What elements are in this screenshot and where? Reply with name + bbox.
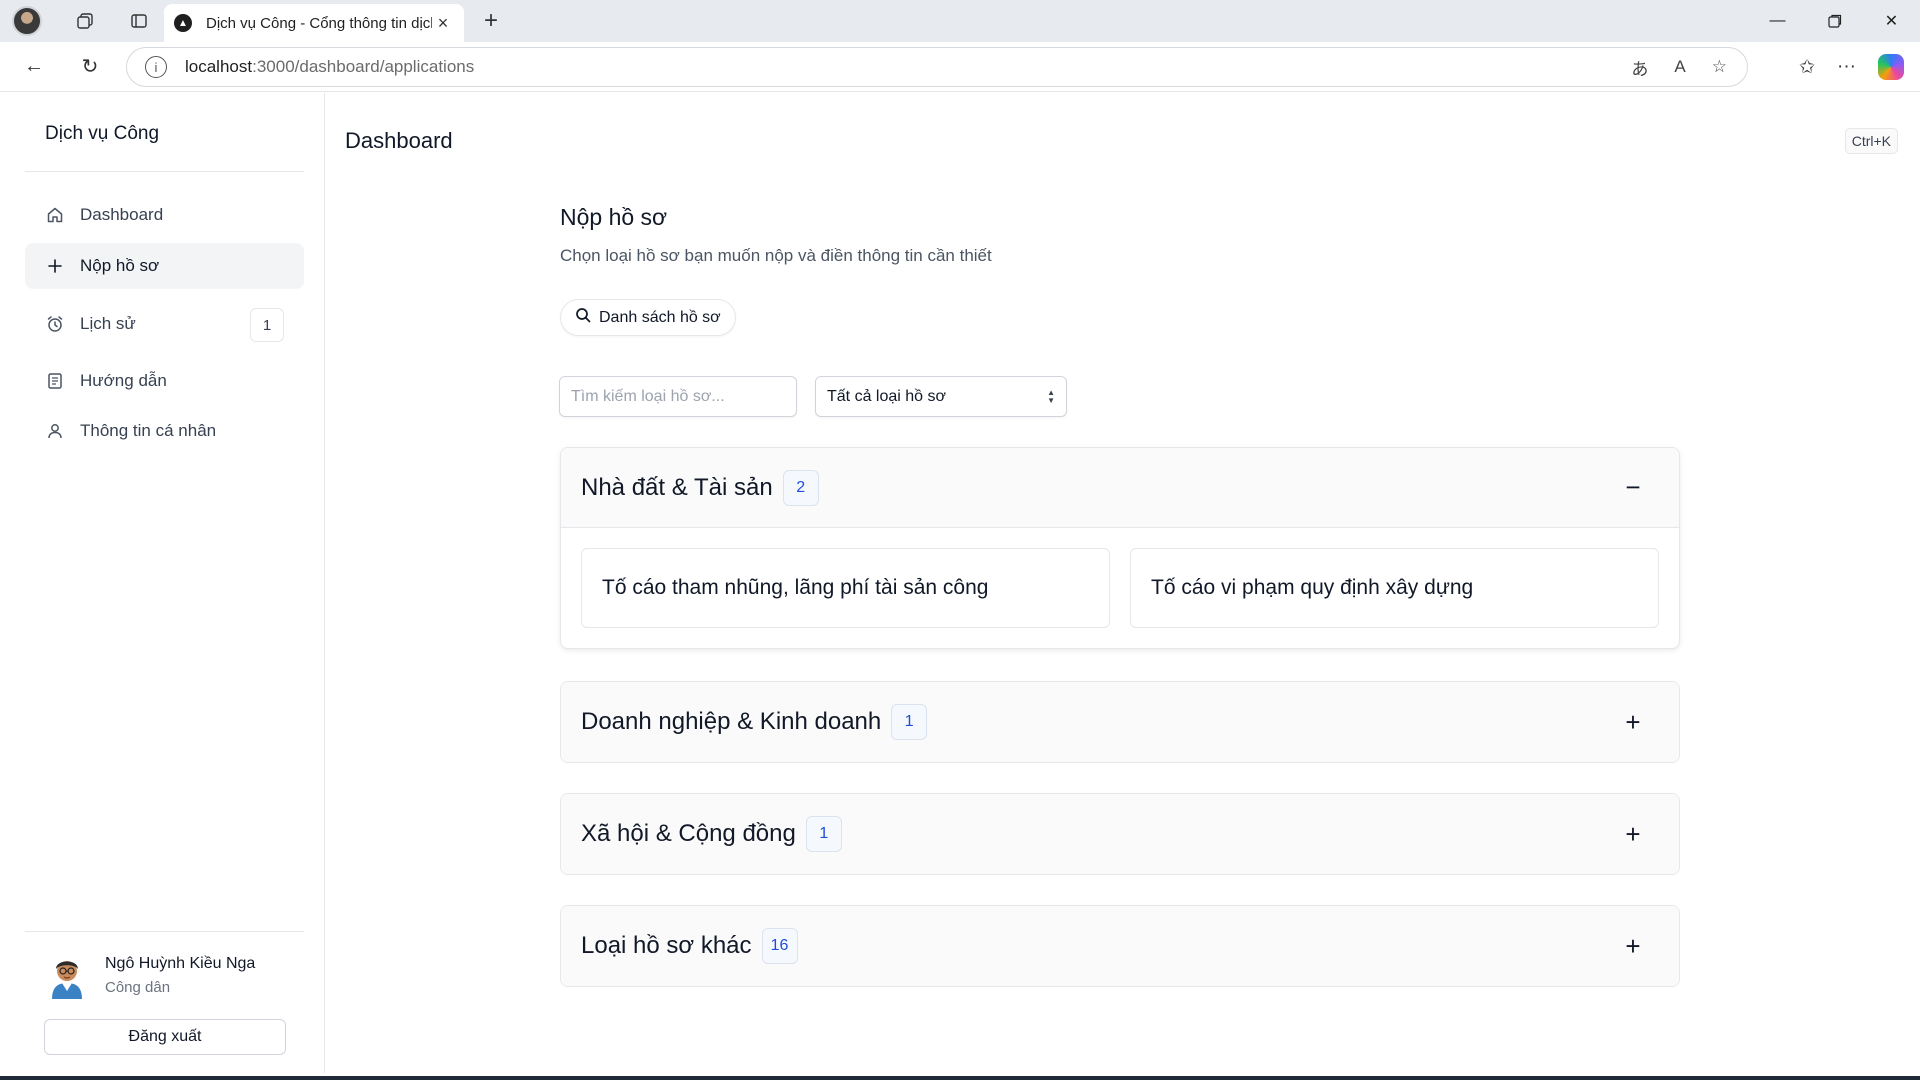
category-count-badge: 16	[761, 928, 798, 964]
category-count-badge: 1	[891, 704, 928, 740]
select-arrows-icon: ▲ ▼	[1047, 387, 1055, 405]
category-real-estate: Nhà đất & Tài sản 2 − Tố cáo tham nhũng,…	[560, 447, 1680, 649]
category-header[interactable]: Nhà đất & Tài sản 2 −	[561, 448, 1679, 528]
favorites-icon[interactable]: ✩	[1799, 56, 1815, 79]
application-type-card[interactable]: Tố cáo tham nhũng, lãng phí tài sản công	[581, 548, 1110, 628]
workspaces-icon[interactable]	[68, 4, 102, 38]
application-type-card[interactable]: Tố cáo vi phạm quy định xây dựng	[1130, 548, 1659, 628]
user-role: Công dân	[105, 979, 171, 996]
application-list-button[interactable]: Danh sách hồ sơ	[560, 299, 736, 336]
book-icon	[44, 372, 66, 390]
back-arrow-icon[interactable]: ←	[12, 47, 56, 87]
category-society: Xã hội & Cộng đồng 1 +	[560, 793, 1680, 875]
sidebar-item-guide[interactable]: Hướng dẫn	[25, 358, 304, 404]
site-info-icon[interactable]: i	[145, 56, 167, 78]
category-header[interactable]: Doanh nghiệp & Kinh doanh 1 +	[561, 682, 1679, 762]
search-icon	[575, 307, 591, 328]
category-header[interactable]: Xã hội & Cộng đồng 1 +	[561, 794, 1679, 874]
section-title: Nộp hồ sơ	[560, 204, 668, 230]
url-actions: あ A ☆	[1631, 48, 1727, 86]
category-body: Tố cáo tham nhũng, lãng phí tài sản công…	[561, 528, 1679, 648]
category-title: Doanh nghiệp & Kinh doanh	[581, 708, 882, 735]
category-title: Xã hội & Cộng đồng	[581, 820, 796, 847]
avatar	[48, 953, 86, 999]
more-options-icon[interactable]: ···	[1837, 56, 1856, 78]
sidebar-item-label: Lịch sử	[80, 314, 136, 333]
section-subtitle: Chọn loại hồ sơ bạn muốn nộp và điền thô…	[560, 246, 992, 265]
browser-toolbar: ← ↻ i localhost:3000/dashboard/applicati…	[0, 42, 1920, 92]
vertical-tabs-icon[interactable]	[122, 4, 156, 38]
divider	[25, 171, 304, 172]
restore-icon[interactable]	[1806, 0, 1863, 42]
translate-icon[interactable]: あ	[1631, 55, 1648, 80]
browser-titlebar: ▲ Dịch vụ Công - Cổng thông tin dịch vụ …	[0, 0, 1920, 42]
vercel-triangle-icon: ▲	[174, 14, 192, 32]
expand-icon[interactable]: +	[1621, 707, 1645, 738]
address-bar[interactable]: i localhost:3000/dashboard/applications …	[126, 47, 1748, 87]
sidebar-item-submit[interactable]: Nộp hồ sơ	[25, 243, 304, 289]
command-shortcut-hint[interactable]: Ctrl+K	[1844, 128, 1898, 154]
read-aloud-icon[interactable]: A	[1674, 57, 1685, 77]
browser-tab-active[interactable]: ▲ Dịch vụ Công - Cổng thông tin dịch vụ …	[164, 4, 464, 42]
category-count-badge: 2	[782, 469, 819, 506]
sidebar-item-profile[interactable]: Thông tin cá nhân	[25, 408, 304, 454]
browser-profile-avatar[interactable]	[12, 6, 42, 36]
type-filter-value: Tất cả loại hồ sơ	[827, 387, 946, 405]
logout-button[interactable]: Đăng xuất	[44, 1019, 286, 1055]
sidebar-item-label: Dashboard	[80, 205, 164, 224]
browser-tools: ✩ ···	[1799, 47, 1904, 87]
divider	[25, 931, 304, 932]
copilot-icon[interactable]	[1878, 54, 1904, 80]
star-icon[interactable]: ☆	[1712, 57, 1727, 77]
category-header[interactable]: Loại hồ sơ khác 16 +	[561, 906, 1679, 986]
url-text[interactable]: localhost:3000/dashboard/applications	[185, 57, 474, 77]
category-title: Nhà đất & Tài sản	[581, 473, 773, 501]
reload-icon[interactable]: ↻	[68, 47, 112, 87]
category-business: Doanh nghiệp & Kinh doanh 1 +	[560, 681, 1680, 763]
category-count-badge: 1	[805, 816, 842, 852]
sidebar-item-label: Hướng dẫn	[80, 371, 167, 390]
close-window-icon[interactable]: ✕	[1863, 0, 1920, 42]
expand-icon[interactable]: +	[1621, 931, 1645, 962]
home-icon	[44, 206, 66, 224]
sidebar-item-history[interactable]: Lịch sử 1	[25, 301, 304, 347]
user-name: Ngô Huỳnh Kiều Nga	[105, 955, 256, 972]
search-input[interactable]	[559, 376, 797, 417]
minimize-icon[interactable]: —	[1749, 0, 1806, 42]
category-title: Loại hồ sơ khác	[581, 932, 752, 959]
page-title: Dashboard	[345, 128, 453, 153]
sidebar-item-label: Thông tin cá nhân	[80, 421, 217, 440]
collapse-icon[interactable]: −	[1621, 472, 1645, 503]
category-other: Loại hồ sơ khác 16 +	[560, 905, 1680, 987]
user-icon	[44, 422, 66, 440]
alarm-clock-icon	[44, 315, 66, 333]
new-tab-icon[interactable]: +	[474, 4, 508, 38]
sidebar-item-label: Nộp hồ sơ	[80, 256, 160, 275]
application-list-label: Danh sách hồ sơ	[599, 308, 721, 326]
expand-icon[interactable]: +	[1621, 819, 1645, 850]
sidebar-item-dashboard[interactable]: Dashboard	[25, 192, 304, 238]
close-tab-icon[interactable]: ×	[432, 13, 454, 34]
type-filter-select[interactable]: Tất cả loại hồ sơ ▲ ▼	[815, 376, 1067, 417]
window-bottom-edge	[0, 1076, 1920, 1080]
brand-title[interactable]: Dịch vụ Công	[45, 123, 159, 145]
sidebar: Dịch vụ Công Dashboard Nộp hồ sơ Lịch sử…	[0, 93, 325, 1073]
tab-title: Dịch vụ Công - Cổng thông tin dịch vụ cô…	[206, 14, 432, 32]
window-controls: — ✕	[1749, 0, 1920, 42]
plus-icon	[44, 258, 66, 274]
history-count-badge: 1	[250, 308, 284, 342]
